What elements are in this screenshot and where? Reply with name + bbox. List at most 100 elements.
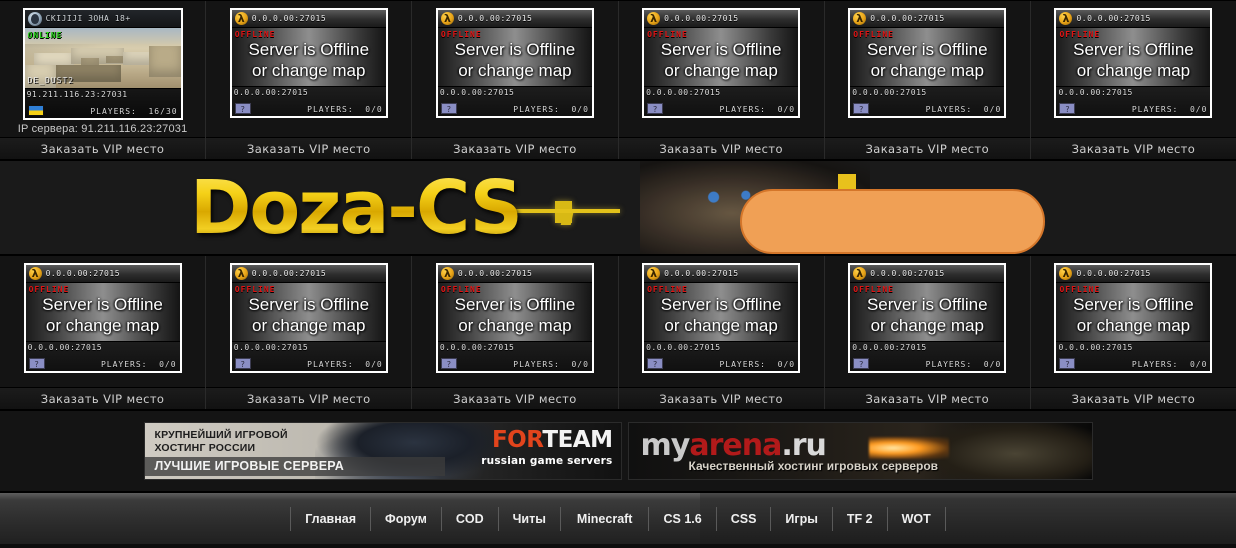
nav-item-wot[interactable]: WOT	[888, 507, 946, 531]
server-banner-widget[interactable]: 0.0.0.00:27015 OFFLINE Server is Offline…	[23, 263, 182, 373]
status-badge: OFFLINE	[234, 30, 276, 39]
vip-order-bar[interactable]: Заказать VIP место	[824, 387, 1030, 409]
server-title: 0.0.0.00:27015	[870, 269, 945, 278]
site-logo[interactable]: Doza-CS	[190, 171, 523, 245]
vip-order-bar[interactable]: Заказать VIP место	[206, 387, 412, 409]
server-card[interactable]: 0.0.0.00:27015 OFFLINE Server is Offline…	[0, 256, 205, 387]
nav-item-css[interactable]: CSS	[717, 507, 772, 531]
server-banner-widget[interactable]: 0.0.0.00:27015 OFFLINE Server is Offline…	[848, 8, 1007, 118]
server-cell[interactable]: 0.0.0.00:27015 OFFLINE Server is Offline…	[618, 1, 825, 159]
vip-order-bar[interactable]: Заказать VIP место	[412, 137, 618, 159]
server-cell[interactable]: 0.0.0.00:27015 OFFLINE Server is Offline…	[412, 1, 619, 159]
server-card[interactable]: 0.0.0.00:27015 OFFLINE Server is Offline…	[1031, 256, 1236, 387]
nav-item-igry[interactable]: Игры	[771, 507, 833, 531]
vip-order-bar[interactable]: Заказать VIP место	[1030, 137, 1236, 159]
server-card[interactable]: 0.0.0.00:27015 OFFLINE Server is Offline…	[825, 1, 1030, 137]
server-banner-widget[interactable]: 0.0.0.00:27015 OFFLINE Server is Offline…	[1054, 263, 1213, 373]
vip-order-link[interactable]: Заказать VIP место	[659, 392, 783, 406]
server-title: 0.0.0.00:27015	[664, 269, 739, 278]
vip-order-bar[interactable]: Заказать VIP место	[618, 137, 824, 159]
country-flag-icon	[647, 358, 664, 369]
nav-item-tf2[interactable]: TF 2	[833, 507, 888, 531]
server-banner-widget[interactable]: 0.0.0.00:27015 OFFLINE Server is Offline…	[435, 8, 594, 118]
nav-item-minecraft[interactable]: Minecraft	[561, 507, 650, 531]
forteam-subline: ЛУЧШИЕ ИГРОВЫЕ СЕРВЕРА	[154, 459, 344, 473]
offline-message-line1: Server is Offline	[660, 294, 782, 314]
vip-order-link[interactable]: Заказать VIP место	[247, 142, 371, 156]
vip-order-link[interactable]: Заказать VIP место	[659, 142, 783, 156]
vip-order-link[interactable]: Заказать VIP место	[865, 142, 989, 156]
vip-order-link[interactable]: Заказать VIP место	[41, 142, 165, 156]
status-area: OFFLINE Server is Offline or change map	[25, 283, 180, 341]
server-cell[interactable]: 0.0.0.00:27015 OFFLINE Server is Offline…	[206, 256, 413, 409]
vip-order-bar[interactable]: Заказать VIP место	[412, 387, 618, 409]
server-banner-widget[interactable]: CKIJIJI 3OHA 18+ ONLINE DE_DUST2 91.211.…	[22, 8, 183, 120]
lambda-icon	[1059, 267, 1073, 280]
vip-order-link[interactable]: Заказать VIP место	[1072, 142, 1196, 156]
server-banner-widget[interactable]: 0.0.0.00:27015 OFFLINE Server is Offline…	[435, 263, 594, 373]
server-card[interactable]: 0.0.0.00:27015 OFFLINE Server is Offline…	[412, 1, 617, 137]
server-cell[interactable]: 0.0.0.00:27015 OFFLINE Server is Offline…	[412, 256, 619, 409]
forteam-headline: КРУПНЕЙШИЙ ИГРОВОЙ ХОСТИНГ РОССИИ	[155, 429, 288, 454]
server-card[interactable]: 0.0.0.00:27015 OFFLINE Server is Offline…	[206, 256, 411, 387]
vip-order-link[interactable]: Заказать VIP место	[247, 392, 371, 406]
lambda-icon	[234, 267, 248, 280]
myarena-muzzle-flash	[868, 437, 949, 459]
ad-banner-forteam[interactable]: КРУПНЕЙШИЙ ИГРОВОЙ ХОСТИНГ РОССИИ ЛУЧШИЕ…	[143, 422, 622, 480]
country-flag-icon	[440, 103, 457, 114]
country-flag-icon	[27, 105, 44, 116]
status-badge: OFFLINE	[853, 285, 894, 294]
player-count: PLAYERS: 0/0	[513, 105, 589, 114]
offline-message-line1: Server is Offline	[454, 39, 576, 59]
nav-item-forum[interactable]: Форум	[371, 507, 442, 531]
site-banner[interactable]: Doza-CS	[0, 160, 1236, 255]
server-card[interactable]: CKIJIJI 3OHA 18+ ONLINE DE_DUST2 91.211.…	[0, 1, 205, 137]
server-banner-widget[interactable]: 0.0.0.00:27015 OFFLINE Server is Offline…	[1054, 8, 1213, 118]
nav-item-glavnaya[interactable]: Главная	[290, 507, 372, 531]
offline-message-line1: Server is Offline	[1073, 294, 1194, 314]
server-card[interactable]: 0.0.0.00:27015 OFFLINE Server is Offline…	[825, 256, 1030, 387]
vip-order-bar[interactable]: Заказать VIP место	[0, 137, 206, 159]
server-banner-widget[interactable]: 0.0.0.00:27015 OFFLINE Server is Offline…	[848, 263, 1007, 373]
server-cell[interactable]: 0.0.0.00:27015 OFFLINE Server is Offline…	[1030, 256, 1236, 409]
server-cell[interactable]: 0.0.0.00:27015 OFFLINE Server is Offline…	[824, 1, 1031, 159]
server-card[interactable]: 0.0.0.00:27015 OFFLINE Server is Offline…	[619, 256, 824, 387]
country-flag-icon	[28, 358, 45, 369]
vip-order-bar[interactable]: Заказать VIP место	[824, 137, 1030, 159]
nav-item-chity[interactable]: Читы	[499, 507, 561, 531]
server-banner-widget[interactable]: 0.0.0.00:27015 OFFLINE Server is Offline…	[229, 8, 388, 118]
vip-order-bar[interactable]: Заказать VIP место	[618, 387, 824, 409]
server-cell[interactable]: 0.0.0.00:27015 OFFLINE Server is Offline…	[206, 1, 413, 159]
vip-order-link[interactable]: Заказать VIP место	[453, 392, 577, 406]
vip-order-link[interactable]: Заказать VIP место	[453, 142, 577, 156]
server-banner-widget[interactable]: 0.0.0.00:27015 OFFLINE Server is Offline…	[642, 263, 801, 373]
status-badge: OFFLINE	[1059, 30, 1101, 39]
lambda-icon	[647, 12, 661, 25]
server-cell[interactable]: 0.0.0.00:27015 OFFLINE Server is Offline…	[618, 256, 825, 409]
server-card[interactable]: 0.0.0.00:27015 OFFLINE Server is Offline…	[206, 1, 411, 137]
vip-order-link[interactable]: Заказать VIP место	[1072, 392, 1196, 406]
server-card[interactable]: 0.0.0.00:27015 OFFLINE Server is Offline…	[1031, 1, 1236, 137]
server-cell[interactable]: 0.0.0.00:27015 OFFLINE Server is Offline…	[1030, 1, 1236, 159]
vip-order-bar[interactable]: Заказать VIP место	[1030, 387, 1236, 409]
country-flag-icon	[647, 103, 664, 114]
server-cell[interactable]: 0.0.0.00:27015 OFFLINE Server is Offline…	[0, 256, 207, 409]
vip-order-link[interactable]: Заказать VIP место	[865, 392, 989, 406]
vip-order-bar[interactable]: Заказать VIP место	[0, 387, 206, 409]
status-area: OFFLINE Server is Offline or change map	[231, 283, 386, 341]
ad-banner-myarena[interactable]: myarena.ru Качественный хостинг игровых …	[627, 422, 1093, 480]
server-title: 0.0.0.00:27015	[251, 269, 327, 278]
nav-item-cod[interactable]: COD	[442, 507, 499, 531]
server-ip: 0.0.0.00:27015	[852, 88, 927, 97]
offline-message-line1: Server is Offline	[660, 39, 782, 59]
server-banner-widget[interactable]: 0.0.0.00:27015 OFFLINE Server is Offline…	[642, 8, 801, 118]
server-card[interactable]: 0.0.0.00:27015 OFFLINE Server is Offline…	[619, 1, 824, 137]
server-banner-widget[interactable]: 0.0.0.00:27015 OFFLINE Server is Offline…	[229, 263, 388, 373]
vip-order-bar[interactable]: Заказать VIP место	[206, 137, 412, 159]
server-cell[interactable]: CKIJIJI 3OHA 18+ ONLINE DE_DUST2 91.211.…	[0, 1, 207, 159]
vip-order-link[interactable]: Заказать VIP место	[41, 392, 165, 406]
server-cell[interactable]: 0.0.0.00:27015 OFFLINE Server is Offline…	[824, 256, 1031, 409]
server-card[interactable]: 0.0.0.00:27015 OFFLINE Server is Offline…	[412, 256, 617, 387]
nav-item-cs16[interactable]: CS 1.6	[649, 507, 717, 531]
offline-message-line2: or change map	[1076, 315, 1191, 335]
